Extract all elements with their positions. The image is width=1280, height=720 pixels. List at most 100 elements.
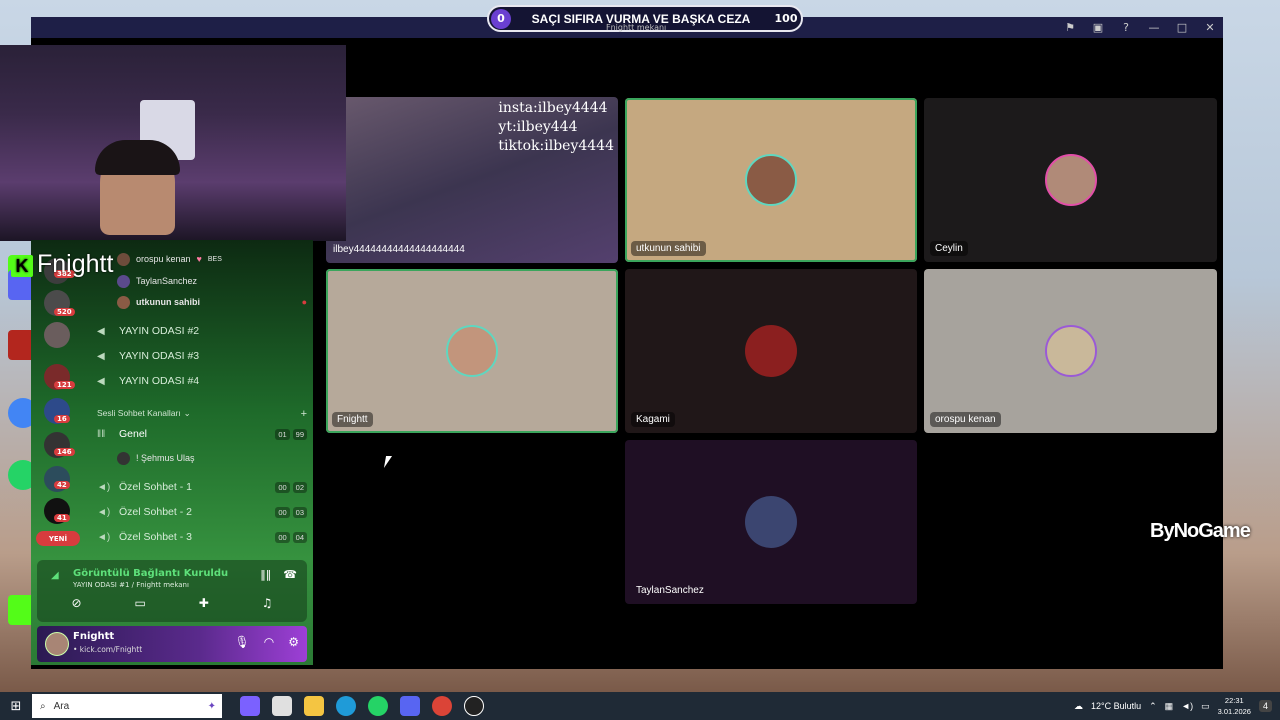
- stream-tile[interactable]: insta:ilbey4444 yt:ilbey444 tiktok:ilbey…: [326, 97, 618, 263]
- webcam-hair: [95, 140, 180, 175]
- battery-icon[interactable]: ▭: [1201, 701, 1210, 712]
- channel-genel[interactable]: ‖‖ Genel 01 99: [97, 424, 307, 444]
- user-limit: 02: [292, 481, 307, 493]
- screen-share-icon[interactable]: ▭: [134, 596, 145, 610]
- avatar: [745, 325, 797, 377]
- stage-icon: ◀: [97, 375, 105, 387]
- explorer-icon[interactable]: [304, 696, 324, 716]
- window-controls: ⚑ ▣ ? — □ ✕: [1063, 17, 1223, 38]
- channel-ozel-1[interactable]: ◄) Özel Sohbet - 1 00 02: [97, 477, 307, 497]
- signal-icon[interactable]: ◢: [51, 570, 59, 581]
- notification-badge[interactable]: 4: [1258, 700, 1272, 712]
- video-tile-ceylin[interactable]: Ceylin: [924, 98, 1217, 262]
- overlay-goal-value: 100: [774, 12, 798, 25]
- user-name[interactable]: Fnightt: [73, 631, 114, 642]
- stage-icon: ◀: [97, 350, 105, 362]
- voice-user-name: TaylanSanchez: [136, 276, 198, 286]
- voice-actions: ⊘ ▭ ✚ ♫: [45, 596, 299, 610]
- disconnect-icon[interactable]: ☎: [283, 568, 297, 581]
- channel-ozel-3[interactable]: ◄) Özel Sohbet - 3 00 04: [97, 527, 307, 547]
- inbox-icon[interactable]: ▣: [1091, 21, 1105, 34]
- server-badge: 42: [54, 481, 70, 489]
- channel-yayin-4[interactable]: ◀ YAYIN ODASI #4: [97, 371, 307, 391]
- taskbar-apps: [240, 696, 484, 716]
- avatar: [117, 274, 130, 288]
- volume-icon[interactable]: ◄): [1181, 701, 1193, 711]
- stream-overlay-line: tiktok:ilbey4444: [498, 138, 614, 154]
- voice-user-name: ! Şehmus Ulaş: [136, 453, 195, 463]
- user-controls: 🎙 ◠ ⚙: [235, 635, 299, 649]
- user-count: 00: [275, 506, 290, 518]
- weather-icon[interactable]: ☁: [1074, 701, 1083, 712]
- flag-icon[interactable]: ⚑: [1063, 21, 1077, 34]
- network-icon[interactable]: ▦: [1165, 701, 1174, 712]
- user-panel: Fnightt • kick.com/Fnightt 🎙 ◠ ⚙: [37, 626, 307, 662]
- windows-start-icon[interactable]: ⊞: [0, 692, 32, 720]
- channel-label: YAYIN ODASI #2: [119, 325, 200, 337]
- maximize-button[interactable]: □: [1175, 21, 1189, 34]
- headphones-icon[interactable]: ◠: [264, 635, 274, 649]
- voice-user[interactable]: orospu kenan ♥ BES: [117, 251, 222, 267]
- copilot-icon[interactable]: [240, 696, 260, 716]
- system-tray: ☁ 12°C Bulutlu ⌃ ▦ ◄) ▭ 22:31 3.01.2026 …: [1074, 695, 1280, 717]
- channel-yayin-3[interactable]: ◀ YAYIN ODASI #3: [97, 346, 307, 366]
- server-badge: 41: [54, 514, 70, 522]
- channel-ozel-2[interactable]: ◄) Özel Sohbet - 2 00 03: [97, 502, 307, 522]
- channel-label: YAYIN ODASI #4: [119, 375, 200, 387]
- discord-icon[interactable]: [400, 696, 420, 716]
- channel-label: Özel Sohbet - 1: [119, 481, 192, 493]
- chevron-up-icon[interactable]: ⌃: [1149, 701, 1157, 712]
- chrome-icon[interactable]: [432, 696, 452, 716]
- edge-icon[interactable]: [336, 696, 356, 716]
- channel-label: Genel: [119, 428, 148, 440]
- camera-off-icon[interactable]: ⊘: [71, 596, 81, 610]
- server-icon[interactable]: [44, 322, 70, 348]
- microphone-icon[interactable]: 🎙: [235, 635, 250, 649]
- tile-label: TaylanSanchez: [636, 585, 704, 596]
- avatar: [117, 295, 130, 309]
- activities-icon[interactable]: ✚: [199, 596, 209, 610]
- video-tile-utkunun[interactable]: utkunun sahibi: [625, 98, 917, 262]
- video-tile-kagami[interactable]: Kagami: [625, 269, 917, 433]
- kick-watermark: K Fnightt: [11, 250, 113, 279]
- stream-overlay-line: insta:ilbey4444: [498, 100, 608, 116]
- clock[interactable]: 22:31 3.01.2026: [1218, 695, 1251, 717]
- new-badge[interactable]: YENİ: [36, 531, 80, 546]
- video-tile-taylansanchez[interactable]: TaylanSanchez: [625, 440, 917, 604]
- tile-label: orospu kenan: [930, 412, 1001, 427]
- add-channel-icon[interactable]: +: [301, 408, 307, 420]
- minimize-button[interactable]: —: [1147, 21, 1161, 34]
- gear-icon[interactable]: ⚙: [288, 635, 299, 649]
- user-limit: 99: [292, 428, 307, 440]
- tile-label: Ceylin: [930, 241, 968, 256]
- user-limit: 04: [292, 531, 307, 543]
- avatar[interactable]: [45, 632, 69, 656]
- search-box[interactable]: ⌕ Ara ✦: [32, 694, 222, 718]
- avatar: [745, 496, 797, 548]
- voice-user[interactable]: TaylanSanchez: [117, 273, 197, 289]
- category-header[interactable]: Sesli Sohbet Kanalları ⌄ +: [97, 408, 307, 420]
- whatsapp-icon[interactable]: [368, 696, 388, 716]
- tile-label: Kagami: [631, 412, 675, 427]
- server-rail: 382 520 121 16 146 42 41 YENİ: [31, 240, 85, 565]
- voice-user[interactable]: ! Şehmus Ulaş: [117, 450, 195, 466]
- search-icon: ⌕: [40, 700, 46, 712]
- stream-overlay-text: insta:ilbey4444 yt:ilbey444 tiktok:ilbey…: [498, 99, 614, 156]
- voice-user[interactable]: utkunun sahibi ●: [117, 294, 307, 310]
- channel-yayin-2[interactable]: ◀ YAYIN ODASI #2: [97, 321, 307, 341]
- connection-channel[interactable]: YAYIN ODASI #1 / Fnightt mekanı: [73, 581, 189, 589]
- noise-suppression-icon[interactable]: ‖‖: [260, 568, 271, 581]
- help-icon[interactable]: ?: [1119, 21, 1133, 34]
- user-count: 01: [275, 428, 290, 440]
- app-icon[interactable]: [464, 696, 484, 716]
- taskbar: ⊞ ⌕ Ara ✦ ☁ 12°C Bulutlu ⌃ ▦ ◄) ▭ 22:31 …: [0, 692, 1280, 720]
- voice-active-icon: ‖‖: [97, 428, 106, 440]
- video-tile-orospu-kenan[interactable]: orospu kenan: [924, 269, 1217, 433]
- weather-text[interactable]: 12°C Bulutlu: [1091, 701, 1141, 711]
- close-button[interactable]: ✕: [1203, 21, 1217, 34]
- video-tile-fnightt[interactable]: Fnightt: [326, 269, 618, 433]
- store-icon[interactable]: [272, 696, 292, 716]
- clock-date: 3.01.2026: [1217, 707, 1251, 716]
- voice-connection-panel: ◢ Görüntülü Bağlantı Kuruldu YAYIN ODASI…: [37, 560, 307, 622]
- soundboard-icon[interactable]: ♫: [262, 596, 273, 610]
